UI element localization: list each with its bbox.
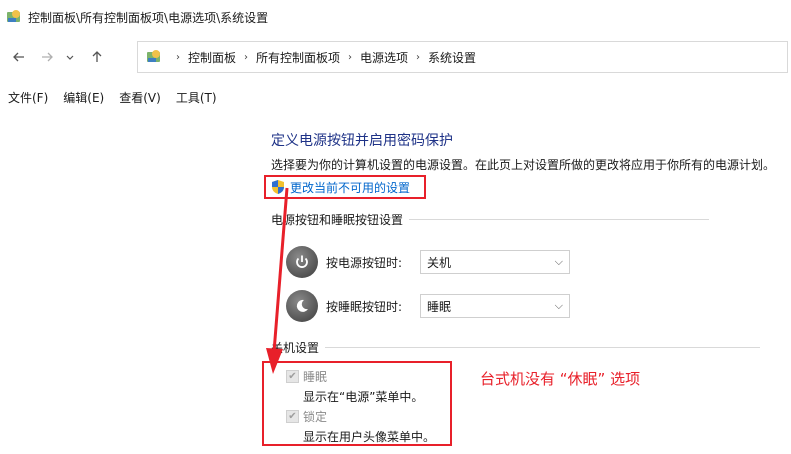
control-panel-icon (7, 10, 20, 22)
back-button[interactable] (5, 43, 33, 71)
arrow-up-icon (92, 51, 102, 62)
breadcrumb-item[interactable]: › 电源选项 (340, 49, 408, 66)
section-header-shutdown: 关机设置 (271, 339, 761, 355)
menu-bar: 文件(F) 编辑(E) 查看(V) 工具(T) (0, 86, 232, 108)
chevron-down-icon: ⌵ (554, 255, 563, 268)
title-bar: 控制面板\所有控制面板项\电源选项\系统设置 (0, 0, 791, 34)
lock-checkbox[interactable]: ✔ (286, 410, 299, 423)
breadcrumb-item[interactable]: › 所有控制面板项 (236, 49, 340, 66)
lock-option: ✔ 锁定 显示在用户头像菜单中。 (286, 408, 435, 445)
page-title: 定义电源按钮并启用密码保护 (271, 133, 453, 149)
sleep-checkbox[interactable]: ✔ (286, 370, 299, 383)
page-description: 选择要为你的计算机设置的电源设置。在此页上对设置所做的更改将应用于你所有的电源计… (271, 158, 776, 172)
section-header-buttons: 电源按钮和睡眠按钮设置 (271, 211, 710, 227)
checkmark-icon: ✔ (288, 370, 297, 382)
navigation-bar: › 控制面板 › 所有控制面板项 › 电源选项 › 系统设置 (0, 38, 791, 76)
lock-option-name: 锁定 (303, 410, 328, 424)
arrow-left-icon (13, 52, 24, 62)
breadcrumb-item[interactable]: › 系统设置 (408, 49, 476, 66)
uac-shield-icon (272, 180, 284, 194)
change-settings-link[interactable]: 更改当前不可用的设置 (264, 175, 426, 199)
arrow-right-icon (42, 52, 53, 62)
checkmark-icon: ✔ (288, 410, 297, 422)
sleep-button-row: 按睡眠按钮时: 睡眠 ⌵ (286, 290, 570, 322)
sleep-button-select[interactable]: 睡眠 ⌵ (420, 294, 570, 318)
control-panel-icon (147, 50, 160, 62)
lock-option-desc: 显示在用户头像菜单中。 (303, 430, 436, 444)
chevron-right-icon: › (348, 51, 353, 63)
menu-file[interactable]: 文件(F) (8, 89, 48, 106)
menu-view[interactable]: 查看(V) (119, 89, 161, 106)
section-divider (325, 346, 761, 348)
power-button-row: 按电源按钮时: 关机 ⌵ (286, 246, 570, 278)
chevron-down-icon (66, 55, 74, 60)
menu-edit[interactable]: 编辑(E) (63, 89, 104, 106)
power-icon (286, 246, 318, 278)
annotation-note: 台式机没有 “休眠” 选项 (480, 370, 641, 388)
address-bar[interactable]: › 控制面板 › 所有控制面板项 › 电源选项 › 系统设置 (137, 41, 788, 73)
section-divider (409, 218, 710, 220)
sleep-option-name: 睡眠 (303, 370, 328, 384)
recent-locations-button[interactable] (61, 43, 79, 71)
up-button[interactable] (83, 43, 111, 71)
power-button-label: 按电源按钮时: (326, 255, 403, 270)
sleep-button-label: 按睡眠按钮时: (326, 299, 403, 314)
sleep-icon (286, 290, 318, 322)
forward-button[interactable] (33, 43, 61, 71)
sleep-option-desc: 显示在“电源”菜单中。 (303, 390, 424, 404)
chevron-right-icon: › (176, 51, 180, 63)
chevron-down-icon: ⌵ (554, 299, 563, 312)
change-settings-label: 更改当前不可用的设置 (290, 180, 411, 195)
chevron-right-icon: › (416, 51, 421, 63)
power-button-select[interactable]: 关机 ⌵ (420, 250, 570, 274)
chevron-right-icon: › (244, 51, 249, 63)
sleep-option: ✔ 睡眠 显示在“电源”菜单中。 (286, 368, 423, 405)
main-content: 定义电源按钮并启用密码保护 选择要为你的计算机设置的电源设置。在此页上对设置所做… (0, 112, 791, 454)
breadcrumb-item[interactable]: › 控制面板 (168, 49, 236, 66)
menu-tools[interactable]: 工具(T) (176, 89, 217, 106)
window-title: 控制面板\所有控制面板项\电源选项\系统设置 (28, 10, 269, 25)
